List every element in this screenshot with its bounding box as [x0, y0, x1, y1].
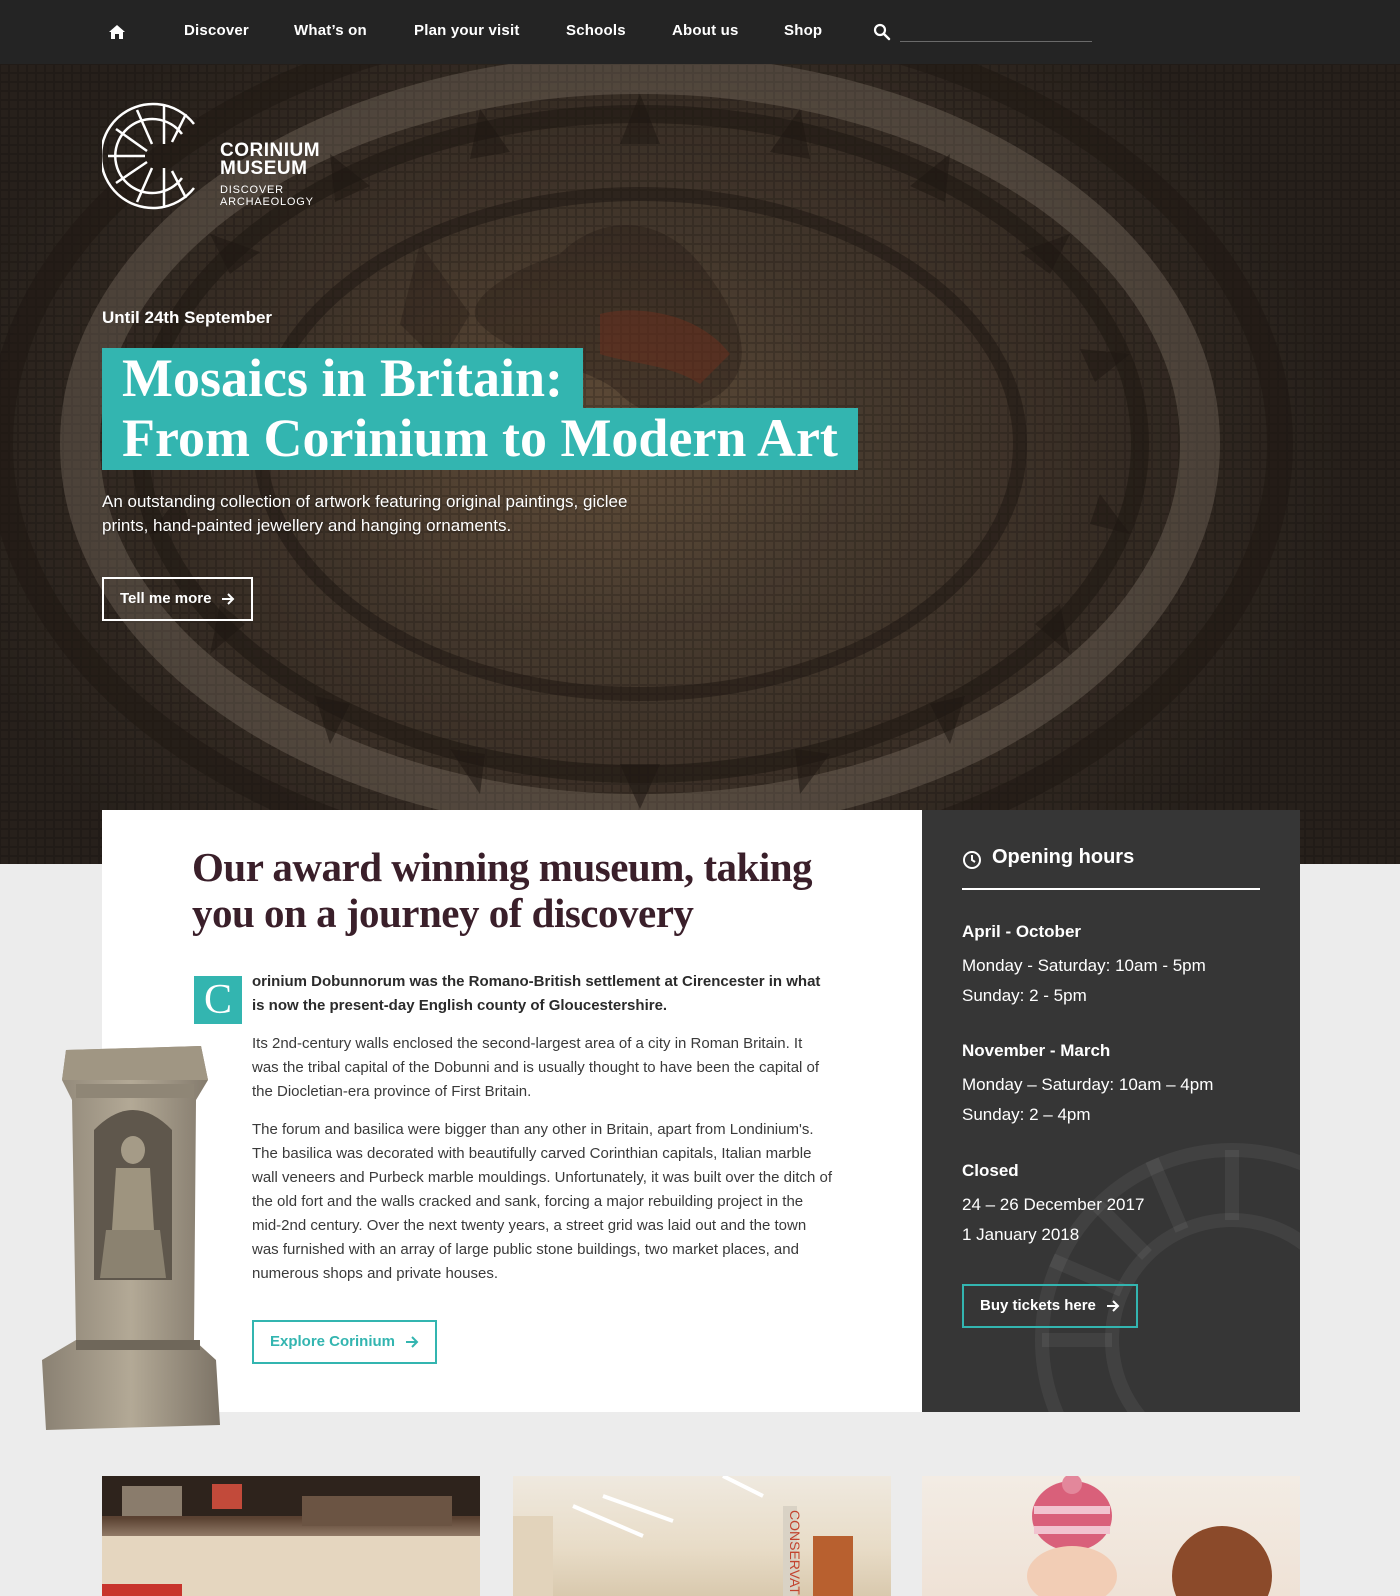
children-activity-image [1027, 1476, 1272, 1596]
body-paragraph-2: The forum and basilica were bigger than … [252, 1121, 833, 1282]
conservation-room-image: CONSERVAT [513, 1476, 853, 1596]
top-nav: Discover What’s on Plan your visit Schoo… [0, 0, 1400, 64]
logo-watermark [1035, 1143, 1300, 1412]
nav-item-plan-your-visit[interactable]: Plan your visit [414, 22, 520, 39]
buy-tickets-button[interactable]: Buy tickets here [962, 1284, 1138, 1328]
tell-me-more-label: Tell me more [120, 590, 212, 607]
intro-paragraph: orinium Dobunnorum was the Romano-Britis… [252, 973, 821, 1014]
gallery-card-museum-interior[interactable] [102, 1476, 480, 1596]
logo-tag-1: DISCOVER [220, 184, 284, 196]
hero-banner: CORINIUM MUSEUM DISCOVER ARCHAEOLOGY Unt… [0, 64, 1400, 864]
body-paragraph-1: Its 2nd-century walls enclosed the secon… [252, 1035, 820, 1100]
logo-tag-2: ARCHAEOLOGY [220, 196, 314, 208]
logo-tagline: DISCOVER ARCHAEOLOGY [220, 184, 314, 208]
season-april-october: April - October [962, 922, 1082, 941]
hero-title-line-1: Mosaics in Britain: [102, 348, 583, 408]
tell-me-more-button[interactable]: Tell me more [102, 577, 254, 621]
arrow-right-icon [406, 1336, 419, 1348]
svg-text:CONSERVAT: CONSERVAT [787, 1510, 803, 1595]
closed-heading: Closed [962, 1161, 1019, 1180]
logo-line-2: MUSEUM [220, 158, 308, 179]
opening-hours-header: Opening hours [962, 846, 1260, 890]
nav-item-schools[interactable]: Schools [566, 22, 626, 39]
closed-date: 1 January 2018 [962, 1225, 1080, 1244]
explore-corinium-button[interactable]: Explore Corinium [252, 1320, 438, 1364]
nav-item-about-us[interactable]: About us [672, 22, 739, 39]
drop-cap: C [194, 976, 242, 1024]
nav-item-whats-on[interactable]: What’s on [294, 22, 367, 39]
season-november-march: November - March [962, 1041, 1111, 1060]
exhibition-date: Until 24th September [102, 308, 273, 327]
opening-hours-title: Opening hours [992, 846, 1135, 868]
home-icon[interactable] [108, 24, 126, 40]
search-input[interactable] [900, 20, 1092, 42]
nav-item-discover[interactable]: Discover [184, 22, 249, 39]
explore-corinium-label: Explore Corinium [270, 1333, 396, 1350]
hero-lead: An outstanding collection of artwork fea… [102, 492, 628, 535]
arrow-right-icon [222, 593, 235, 605]
hero-title-line-2: From Corinium to Modern Art [102, 408, 858, 470]
nav-item-shop[interactable]: Shop [784, 22, 822, 39]
hours-line: Monday - Saturday: 10am - 5pm [962, 956, 1206, 975]
arrow-right-icon [1106, 1300, 1120, 1312]
search-icon[interactable] [873, 23, 891, 41]
hours-line: Sunday: 2 – 4pm [962, 1105, 1091, 1124]
section-heading: Our award winning museum, taking you on … [192, 844, 813, 936]
clock-icon [963, 851, 981, 869]
hours-line: Sunday: 2 - 5pm [962, 986, 1087, 1005]
hours-line: Monday – Saturday: 10am – 4pm [962, 1075, 1214, 1094]
opening-hours-panel: Opening hours April - October Monday - S… [922, 810, 1300, 1412]
buy-tickets-label: Buy tickets here [980, 1297, 1096, 1314]
gallery-card-children[interactable] [922, 1476, 1300, 1596]
closed-date: 24 – 26 December 2017 [962, 1195, 1145, 1214]
roman-altar-image [42, 1046, 220, 1430]
logo-wordmark: CORINIUM MUSEUM [220, 141, 320, 179]
gallery-card-conservation[interactable]: CONSERVAT [513, 1476, 891, 1596]
museum-interior-image [102, 1476, 480, 1596]
